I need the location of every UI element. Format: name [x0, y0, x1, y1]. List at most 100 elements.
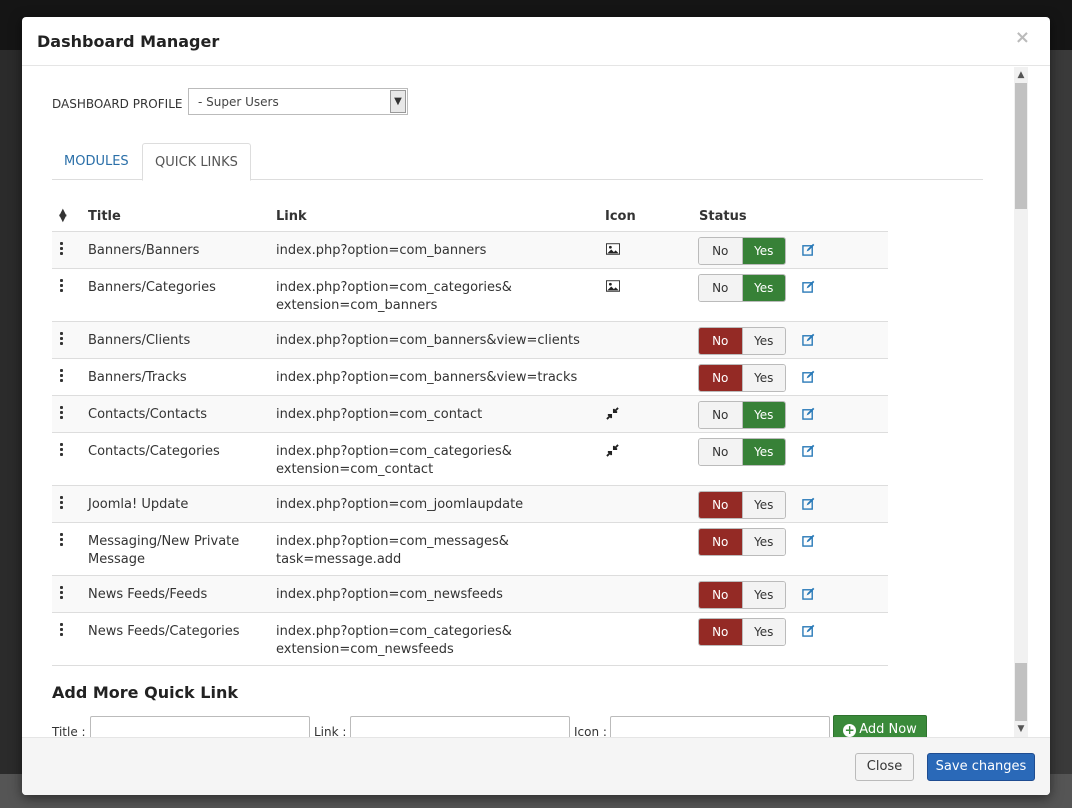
row-link: index.php?option=com_banners&view=tracks: [276, 370, 578, 385]
edit-icon[interactable]: [802, 407, 816, 421]
edit-icon[interactable]: [802, 370, 816, 384]
modal-header: Dashboard Manager ×: [22, 17, 1050, 66]
drag-handle-icon[interactable]: [60, 369, 63, 384]
row-link: index.php?option=com_categories& extensi…: [276, 280, 512, 313]
table-row: Messaging/New Private Message index.php?o…: [52, 523, 888, 576]
edit-icon[interactable]: [802, 444, 816, 458]
status-no-option[interactable]: No: [699, 439, 743, 465]
table-body: Banners/Banners index.php?option=com_bann…: [52, 232, 888, 666]
link-input[interactable]: [350, 716, 570, 737]
icon-input[interactable]: [610, 716, 830, 737]
row-title: Banners/Tracks: [88, 370, 187, 385]
status-no-option[interactable]: No: [699, 492, 743, 518]
status-yes-option[interactable]: Yes: [742, 402, 785, 428]
table-header: ▲ ▼ Title Link Icon Status: [52, 205, 888, 232]
title-label: Title :: [52, 725, 86, 737]
table-row: Contacts/Categories index.php?option=com_…: [52, 433, 888, 486]
edit-icon[interactable]: [802, 534, 816, 548]
status-toggle: No Yes: [698, 618, 786, 646]
add-now-button[interactable]: + Add Now: [833, 715, 927, 737]
drag-handle-icon[interactable]: [60, 332, 63, 347]
scrollbar-track-upper: [1015, 83, 1027, 209]
drag-handle-icon[interactable]: [60, 586, 63, 601]
drag-handle-icon[interactable]: [60, 406, 63, 421]
row-title: Contacts/Contacts: [88, 407, 208, 422]
plus-circle-icon: +: [843, 723, 857, 737]
edit-icon[interactable]: [802, 497, 816, 511]
drag-handle-icon[interactable]: [60, 242, 63, 257]
status-toggle: No Yes: [698, 274, 786, 302]
add-more-section: Add More Quick Link Title : Link : Icon …: [52, 683, 952, 737]
row-title: Banners/Banners: [88, 243, 200, 258]
row-link: index.php?option=com_newsfeeds: [276, 587, 503, 602]
drag-handle-icon[interactable]: [60, 623, 63, 638]
close-icon[interactable]: ×: [1015, 27, 1030, 48]
edit-icon[interactable]: [802, 243, 816, 257]
row-title: Banners/Clients: [88, 333, 191, 348]
status-yes-option[interactable]: Yes: [742, 619, 785, 645]
add-quick-link-form: Title : Link : Icon : + Add Now: [52, 715, 952, 737]
edit-icon[interactable]: [802, 624, 816, 638]
dashboard-manager-modal: Dashboard Manager × DASHBOARD PROFILE - …: [22, 17, 1050, 795]
profile-select[interactable]: - Super Users ▼: [188, 88, 408, 115]
image-icon: [606, 280, 622, 293]
table-row: News Feeds/Categories index.php?option=co…: [52, 613, 888, 666]
header-link: Link: [276, 209, 307, 224]
page-backdrop-right: [1050, 50, 1072, 808]
status-no-option[interactable]: No: [699, 619, 743, 645]
row-link: index.php?option=com_joomlaupdate: [276, 497, 524, 512]
row-title: News Feeds/Feeds: [88, 587, 208, 602]
status-no-option[interactable]: No: [699, 238, 743, 264]
tab-quick-links[interactable]: QUICK LINKS: [142, 143, 251, 181]
drag-handle-icon[interactable]: [60, 443, 63, 458]
header-title: Title: [88, 209, 121, 224]
status-yes-option[interactable]: Yes: [742, 328, 785, 354]
quick-links-table: ▲ ▼ Title Link Icon Status Banners/Banner…: [52, 205, 888, 666]
drag-handle-icon[interactable]: [60, 279, 63, 294]
scroll-down-arrow-icon[interactable]: ▼: [1014, 721, 1028, 737]
edit-icon[interactable]: [802, 280, 816, 294]
row-title: Joomla! Update: [88, 497, 189, 512]
status-no-option[interactable]: No: [699, 529, 743, 555]
row-link: index.php?option=com_banners&view=client…: [276, 333, 580, 348]
row-link: index.php?option=com_banners: [276, 243, 487, 258]
edit-icon[interactable]: [802, 587, 816, 601]
status-no-option[interactable]: No: [699, 365, 743, 391]
status-yes-option[interactable]: Yes: [742, 275, 785, 301]
status-toggle: No Yes: [698, 327, 786, 355]
compress-icon: [606, 407, 622, 420]
add-now-label: Add Now: [859, 722, 917, 737]
status-yes-option[interactable]: Yes: [742, 365, 785, 391]
sort-icon[interactable]: ▲ ▼: [59, 208, 67, 224]
status-no-option[interactable]: No: [699, 582, 743, 608]
status-no-option[interactable]: No: [699, 402, 743, 428]
save-changes-button[interactable]: Save changes: [927, 753, 1035, 781]
status-no-option[interactable]: No: [699, 328, 743, 354]
profile-label: DASHBOARD PROFILE: [52, 97, 183, 111]
close-button[interactable]: Close: [855, 753, 914, 781]
row-link: index.php?option=com_categories& extensi…: [276, 444, 512, 477]
status-yes-option[interactable]: Yes: [742, 492, 785, 518]
row-title: Messaging/New Private Message: [88, 534, 240, 567]
drag-handle-icon[interactable]: [60, 533, 63, 548]
edit-icon[interactable]: [802, 333, 816, 347]
chevron-down-icon: ▼: [390, 90, 406, 113]
table-row: Joomla! Update index.php?option=com_jooml…: [52, 486, 888, 523]
title-input[interactable]: [90, 716, 310, 737]
status-yes-option[interactable]: Yes: [742, 439, 785, 465]
row-title: Contacts/Categories: [88, 444, 220, 459]
status-no-option[interactable]: No: [699, 275, 743, 301]
modal-title: Dashboard Manager: [37, 32, 220, 51]
status-toggle: No Yes: [698, 528, 786, 556]
profile-select-value: - Super Users: [198, 95, 279, 109]
status-yes-option[interactable]: Yes: [742, 582, 785, 608]
modal-scrollbar[interactable]: ▲ ▼: [1014, 67, 1028, 737]
tab-bar: MODULES QUICK LINKS: [52, 143, 983, 181]
scrollbar-thumb[interactable]: [1015, 663, 1027, 721]
tab-modules[interactable]: MODULES: [52, 143, 141, 180]
compress-icon: [606, 444, 622, 457]
status-yes-option[interactable]: Yes: [742, 238, 785, 264]
drag-handle-icon[interactable]: [60, 496, 63, 511]
status-yes-option[interactable]: Yes: [742, 529, 785, 555]
scroll-up-arrow-icon[interactable]: ▲: [1014, 67, 1028, 83]
